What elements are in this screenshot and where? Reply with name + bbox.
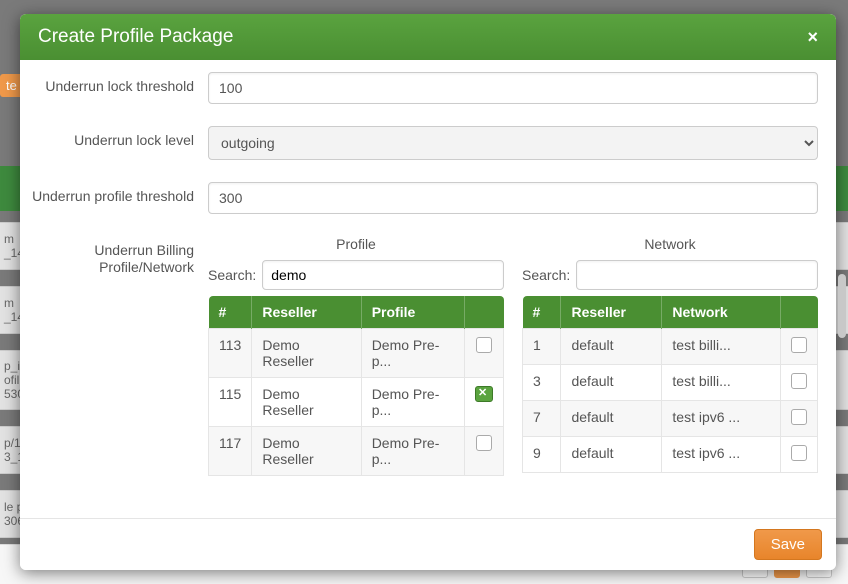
select-checkbox[interactable] <box>791 373 807 389</box>
network-title: Network <box>522 236 818 252</box>
select-checkbox[interactable] <box>475 386 493 402</box>
cell-id: 7 <box>523 401 561 437</box>
cell-reseller: default <box>561 401 662 437</box>
cell-network: test billi... <box>662 365 781 401</box>
select-checkbox[interactable] <box>791 445 807 461</box>
input-underrun-lock-threshold[interactable] <box>208 72 818 104</box>
cell-id: 115 <box>209 378 252 427</box>
cell-reseller: Demo Reseller <box>252 329 361 378</box>
cell-id: 1 <box>523 329 561 365</box>
table-row[interactable]: 9 default test ipv6 ... <box>523 437 818 473</box>
cell-network: test billi... <box>662 329 781 365</box>
col-select <box>465 296 504 329</box>
input-underrun-profile-threshold[interactable] <box>208 182 818 214</box>
table-row[interactable]: 115 Demo Reseller Demo Pre-p... <box>209 378 504 427</box>
row-underrun-billing: Underrun Billing Profile/Network Profile… <box>28 236 818 476</box>
select-checkbox[interactable] <box>476 435 492 451</box>
col-reseller[interactable]: Reseller <box>252 296 361 329</box>
cell-network: test ipv6 ... <box>662 437 781 473</box>
network-search-label: Search: <box>522 267 570 283</box>
network-panel: Network Search: # Reseller Network 1 def… <box>522 236 818 476</box>
cell-reseller: default <box>561 365 662 401</box>
col-id[interactable]: # <box>523 296 561 329</box>
cell-network: test ipv6 ... <box>662 401 781 437</box>
modal-header: Create Profile Package × <box>20 14 836 60</box>
network-table: # Reseller Network 1 default test billi.… <box>522 296 818 473</box>
table-row[interactable]: 117 Demo Reseller Demo Pre-p... <box>209 427 504 476</box>
col-profile[interactable]: Profile <box>361 296 464 329</box>
label-underrun-lock-threshold: Underrun lock threshold <box>28 72 208 95</box>
row-underrun-profile-threshold: Underrun profile threshold <box>28 182 818 214</box>
select-underrun-lock-level[interactable]: outgoing <box>208 126 818 160</box>
label-underrun-profile-threshold: Underrun profile threshold <box>28 182 208 205</box>
select-checkbox[interactable] <box>476 337 492 353</box>
select-checkbox[interactable] <box>791 337 807 353</box>
cell-id: 117 <box>209 427 252 476</box>
scrollbar-thumb[interactable] <box>838 274 846 338</box>
select-checkbox[interactable] <box>791 409 807 425</box>
modal-body: Underrun lock threshold Underrun lock le… <box>20 60 836 518</box>
label-underrun-lock-level: Underrun lock level <box>28 126 208 149</box>
table-row[interactable]: 7 default test ipv6 ... <box>523 401 818 437</box>
close-icon[interactable]: × <box>807 27 818 48</box>
save-button[interactable]: Save <box>754 529 822 560</box>
cell-id: 9 <box>523 437 561 473</box>
profile-table: # Reseller Profile 113 Demo Reseller Dem… <box>208 296 504 476</box>
cell-profile: Demo Pre-p... <box>361 378 464 427</box>
profile-search-input[interactable] <box>262 260 504 290</box>
cell-reseller: default <box>561 437 662 473</box>
col-id[interactable]: # <box>209 296 252 329</box>
cell-id: 3 <box>523 365 561 401</box>
row-underrun-lock-level: Underrun lock level outgoing <box>28 126 818 160</box>
profile-search-label: Search: <box>208 267 256 283</box>
cell-profile: Demo Pre-p... <box>361 427 464 476</box>
table-row[interactable]: 1 default test billi... <box>523 329 818 365</box>
cell-reseller: Demo Reseller <box>252 378 361 427</box>
profile-title: Profile <box>208 236 504 252</box>
cell-reseller: Demo Reseller <box>252 427 361 476</box>
profile-panel: Profile Search: # Reseller Profile 113 D… <box>208 236 504 476</box>
modal-footer: Save <box>20 518 836 570</box>
cell-id: 113 <box>209 329 252 378</box>
col-network[interactable]: Network <box>662 296 781 329</box>
table-row[interactable]: 113 Demo Reseller Demo Pre-p... <box>209 329 504 378</box>
network-search-input[interactable] <box>576 260 818 290</box>
cell-reseller: default <box>561 329 662 365</box>
modal-title: Create Profile Package <box>38 26 233 48</box>
table-row[interactable]: 3 default test billi... <box>523 365 818 401</box>
col-reseller[interactable]: Reseller <box>561 296 662 329</box>
cell-profile: Demo Pre-p... <box>361 329 464 378</box>
row-underrun-lock-threshold: Underrun lock threshold <box>28 72 818 104</box>
label-underrun-billing: Underrun Billing Profile/Network <box>28 236 208 276</box>
create-profile-package-modal: Create Profile Package × Underrun lock t… <box>20 14 836 570</box>
col-select <box>781 296 818 329</box>
